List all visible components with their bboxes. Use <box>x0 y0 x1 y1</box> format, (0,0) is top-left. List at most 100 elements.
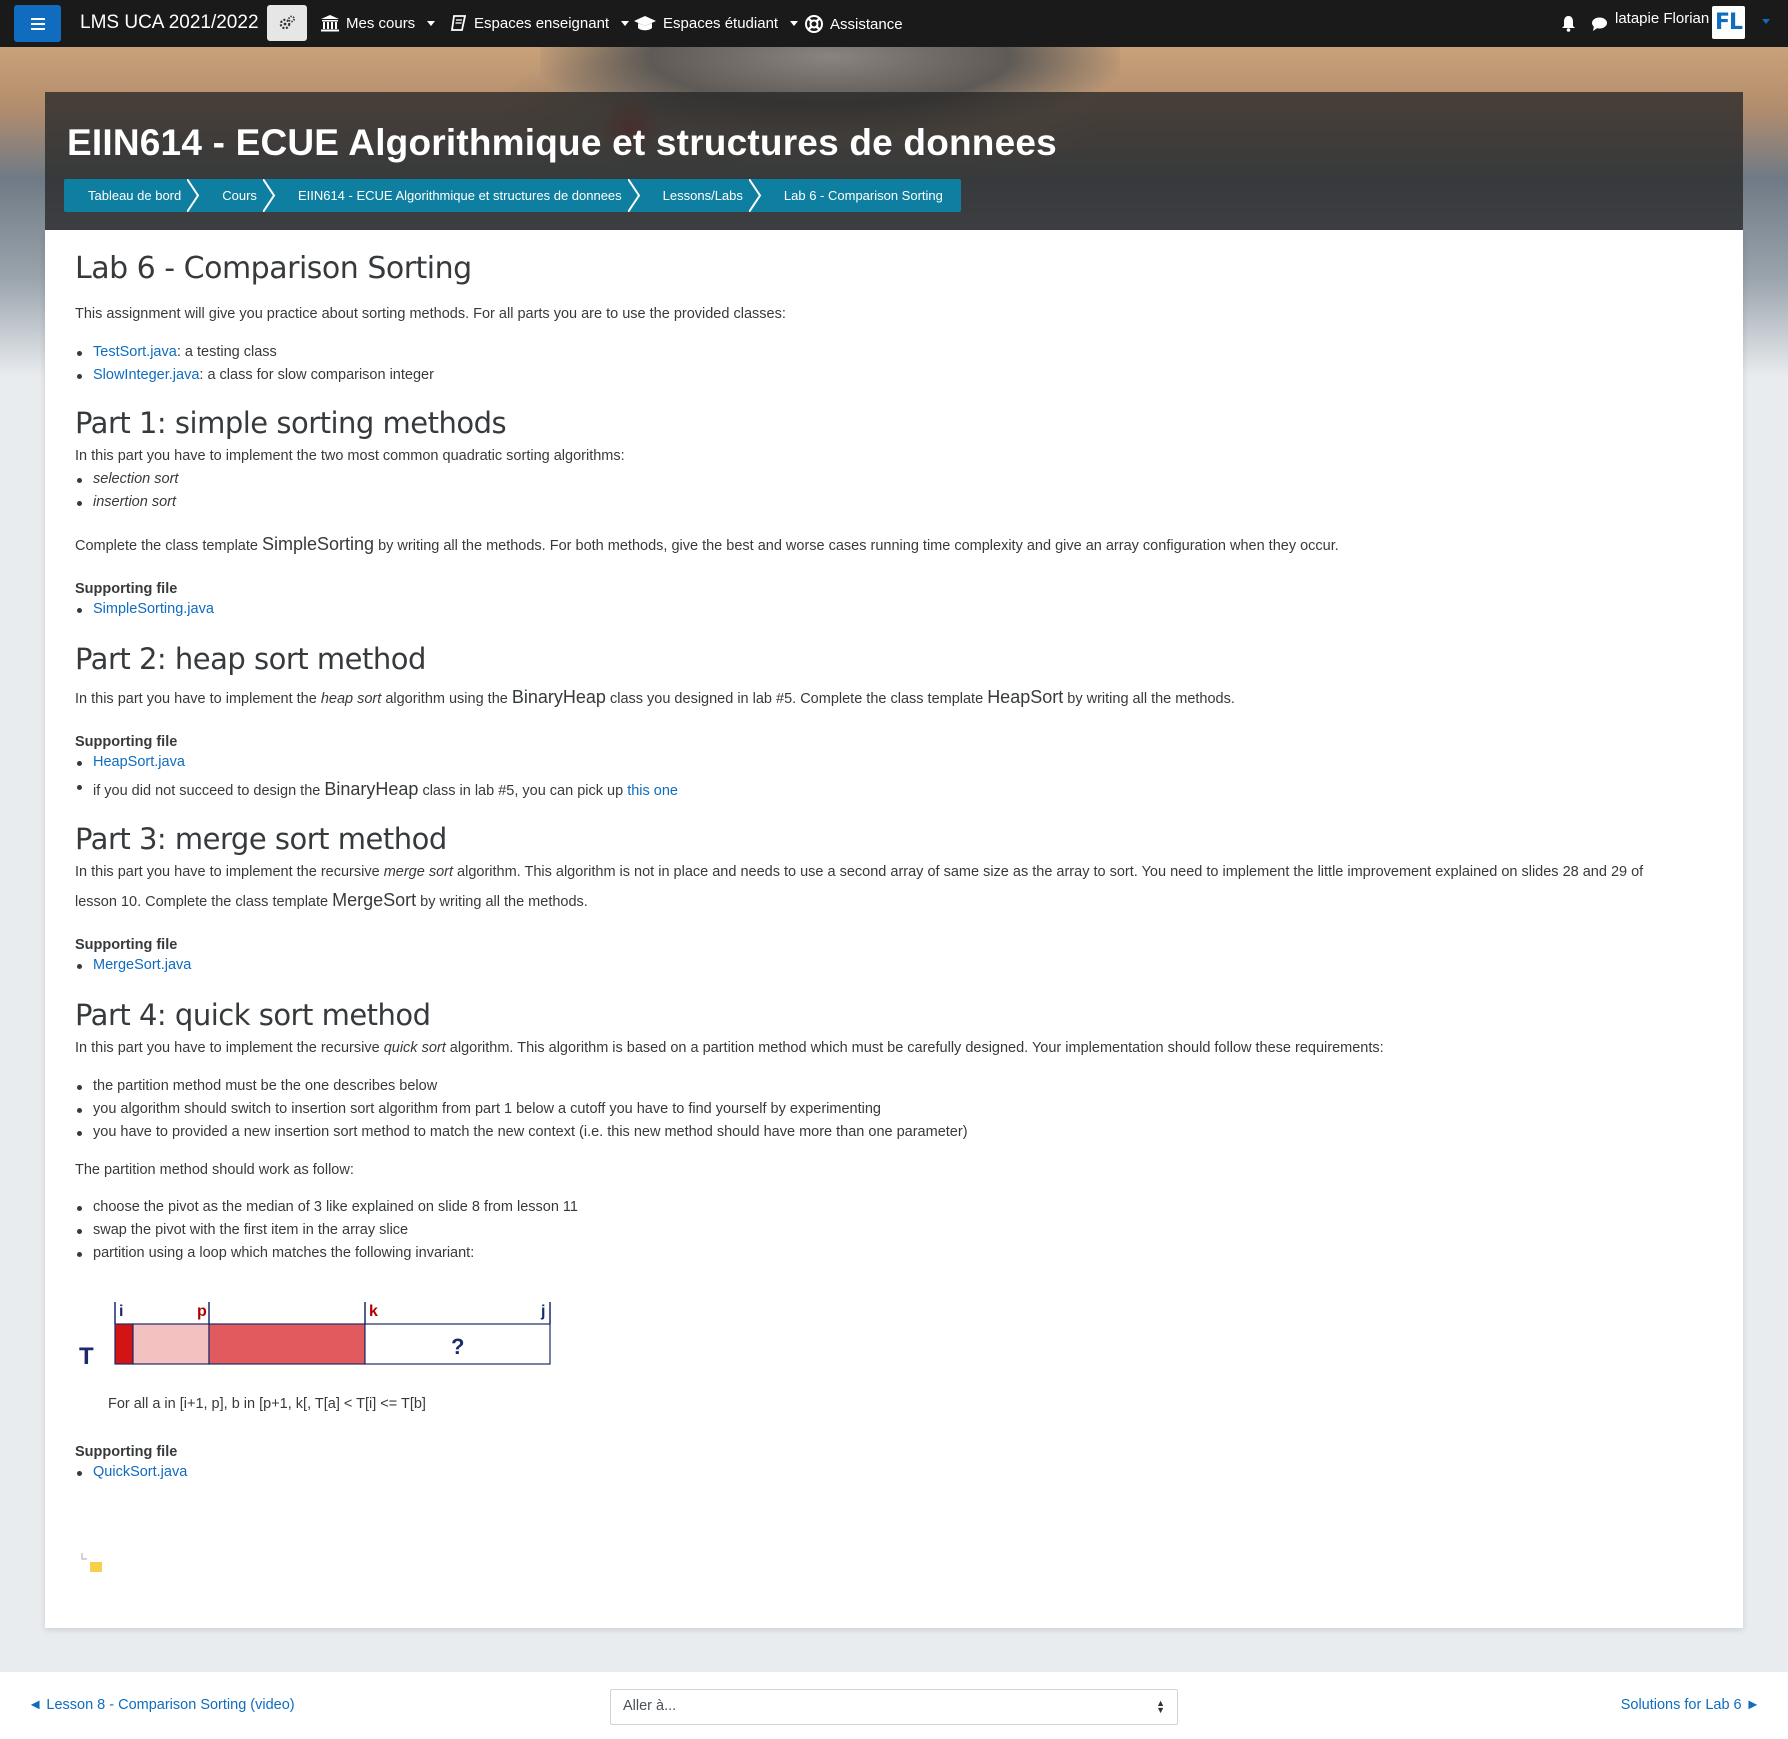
menu-label: Assistance <box>830 15 903 33</box>
chevron-right-icon <box>187 179 200 212</box>
caret-down-icon <box>790 20 799 26</box>
part3-heading: Part 3: merge sort method <box>75 822 447 856</box>
jump-to-selected-value: Aller à... <box>623 1698 677 1714</box>
file-link-simplesorting[interactable]: SimpleSorting.java <box>93 601 214 617</box>
menu-label: Espaces étudiant <box>663 14 779 32</box>
supporting-file-label: Supporting file <box>75 734 178 750</box>
part4-body: In this part you have to implement the r… <box>75 1038 1384 1060</box>
marker-k: k <box>369 1303 378 1320</box>
text: In this part you have to implement the r… <box>75 1040 384 1056</box>
breadcrumb-item[interactable]: Lessons/Labs <box>638 179 762 212</box>
breadcrumb-label: EIIN614 - ECUE Algorithmique et structur… <box>297 188 622 203</box>
text: algorithm using the <box>381 691 512 707</box>
file-link-quicksort[interactable]: QuickSort.java <box>93 1464 187 1480</box>
list-item-text: : a testing class <box>176 344 277 360</box>
graduation-cap-icon <box>634 16 656 31</box>
text: In this part you have to implement the <box>75 691 321 707</box>
menu-label: Espaces enseignant <box>474 14 610 32</box>
part3-body-line1: In this part you have to implement the r… <box>75 862 1643 884</box>
hamburger-icon <box>30 17 45 30</box>
supporting-file-label: Supporting file <box>75 1444 178 1460</box>
less-than-region <box>132 1323 210 1365</box>
invariant-text: For all a in [i+1, p], b in [p+1, k[, T[… <box>108 1396 426 1412</box>
binaryheap-link[interactable]: this one <box>627 783 678 799</box>
class-name: SimpleSorting <box>261 534 375 554</box>
avatar[interactable]: FL <box>1712 6 1745 39</box>
list-item-text: : a class for slow comparison integer <box>199 367 434 383</box>
settings-button[interactable] <box>267 5 307 41</box>
part1-intro: In this part you have to implement the t… <box>75 448 625 464</box>
part1-body: Complete the class template SimpleSortin… <box>75 531 1339 558</box>
breadcrumb: Tableau de bord Cours EIIN614 - ECUE Alg… <box>64 179 961 212</box>
folder-icon <box>81 1553 102 1572</box>
text: lesson 10. Complete the class template <box>75 894 333 910</box>
page-title: EIIN614 - ECUE Algorithmique et structur… <box>67 122 1057 163</box>
part2-body: In this part you have to implement the h… <box>75 684 1235 711</box>
file-link-heapsort[interactable]: HeapSort.java <box>93 754 185 770</box>
supporting-file-label: Supporting file <box>75 581 178 597</box>
menu-label: Mes cours <box>346 14 416 32</box>
list-item: HeapSort.java <box>75 752 185 774</box>
caret-down-icon <box>621 20 630 26</box>
text: class you designed in lab #5. Complete t… <box>605 691 988 707</box>
text-italic: quick sort <box>383 1040 446 1056</box>
text: class in lab #5, you can pick up <box>418 783 628 799</box>
page-header: EIIN614 - ECUE Algorithmique et structur… <box>45 92 1743 230</box>
list-item: swap the pivot with the first item in th… <box>75 1220 408 1242</box>
breadcrumb-item[interactable]: Tableau de bord <box>64 179 200 212</box>
file-link-slowinteger[interactable]: SlowInteger.java <box>93 367 199 383</box>
menu-mes-cours[interactable]: Mes cours <box>320 14 436 32</box>
intro-text: This assignment will give you practice a… <box>75 306 786 322</box>
next-activity-link[interactable]: Solutions for Lab 6 ► <box>1621 1697 1760 1713</box>
marker-p: p <box>197 1303 207 1320</box>
user-name[interactable]: latapie Florian <box>1615 10 1709 27</box>
bell-icon[interactable] <box>1561 15 1576 32</box>
text: In this part you have to implement the r… <box>75 864 384 880</box>
breadcrumb-item-current[interactable]: Lab 6 - Comparison Sorting <box>759 179 961 212</box>
part3-body-line2: lesson 10. Complete the class template M… <box>75 887 588 914</box>
main-content-card: Lab 6 - Comparison Sorting This assignme… <box>45 230 1743 1628</box>
list-item: SlowInteger.java: a class for slow compa… <box>75 365 434 387</box>
menu-assistance[interactable]: Assistance <box>804 14 903 34</box>
menu-espaces-etudiant[interactable]: Espaces étudiant <box>633 14 799 32</box>
breadcrumb-item[interactable]: Cours <box>198 179 276 212</box>
drawer-toggle-button[interactable] <box>14 5 61 42</box>
breadcrumb-item[interactable]: EIIN614 - ECUE Algorithmique et structur… <box>273 179 640 212</box>
unknown-mark: ? <box>451 1334 464 1359</box>
user-menu-caret-icon[interactable] <box>1762 19 1770 24</box>
list-item: if you did not succeed to design the Bin… <box>75 776 678 803</box>
file-link-testsort[interactable]: TestSort.java <box>93 344 177 360</box>
list-item: SimpleSorting.java <box>75 599 214 621</box>
institution-icon <box>321 15 339 32</box>
life-ring-icon <box>805 15 823 33</box>
class-name: BinaryHeap <box>324 779 419 799</box>
list-item: selection sort <box>75 469 178 491</box>
part1-heading: Part 1: simple sorting methods <box>75 406 507 440</box>
menu-espaces-enseignant[interactable]: Espaces enseignant <box>450 14 630 32</box>
text: algorithm. This algorithm is not in plac… <box>453 864 1644 880</box>
top-navbar: LMS UCA 2021/2022 Mes cours Espaces ense… <box>0 0 1788 47</box>
chat-bubble-icon[interactable] <box>1591 16 1608 32</box>
text: by writing all the methods. <box>416 894 588 910</box>
site-brand[interactable]: LMS UCA 2021/2022 <box>80 12 259 34</box>
text: Complete the class template <box>75 538 262 554</box>
class-name: HeapSort <box>987 687 1064 707</box>
breadcrumb-label: Cours <box>222 188 257 203</box>
text: if you did not succeed to design the <box>93 783 325 799</box>
partition-invariant-diagram: T i p k j ? <box>79 1302 551 1370</box>
select-arrows-icon: ▲ ▼ <box>1156 1698 1165 1715</box>
file-link-mergesort[interactable]: MergeSort.java <box>93 957 191 973</box>
greater-equal-region <box>208 1323 366 1365</box>
marker-i: i <box>119 1303 123 1320</box>
list-item: the partition method must be the one des… <box>75 1076 437 1098</box>
jump-to-select[interactable]: Aller à... ▲ ▼ <box>610 1689 1178 1725</box>
list-item: partition using a loop which matches the… <box>75 1243 474 1265</box>
chevron-right-icon <box>627 179 640 212</box>
chevron-right-icon <box>748 179 762 212</box>
text: by writing all the methods. <box>1063 691 1235 707</box>
marker-j: j <box>540 1303 545 1320</box>
book-icon <box>450 15 467 31</box>
gears-icon <box>279 15 295 30</box>
lab-title: Lab 6 - Comparison Sorting <box>75 251 472 286</box>
previous-activity-link[interactable]: ◄ Lesson 8 - Comparison Sorting (video) <box>28 1697 295 1713</box>
